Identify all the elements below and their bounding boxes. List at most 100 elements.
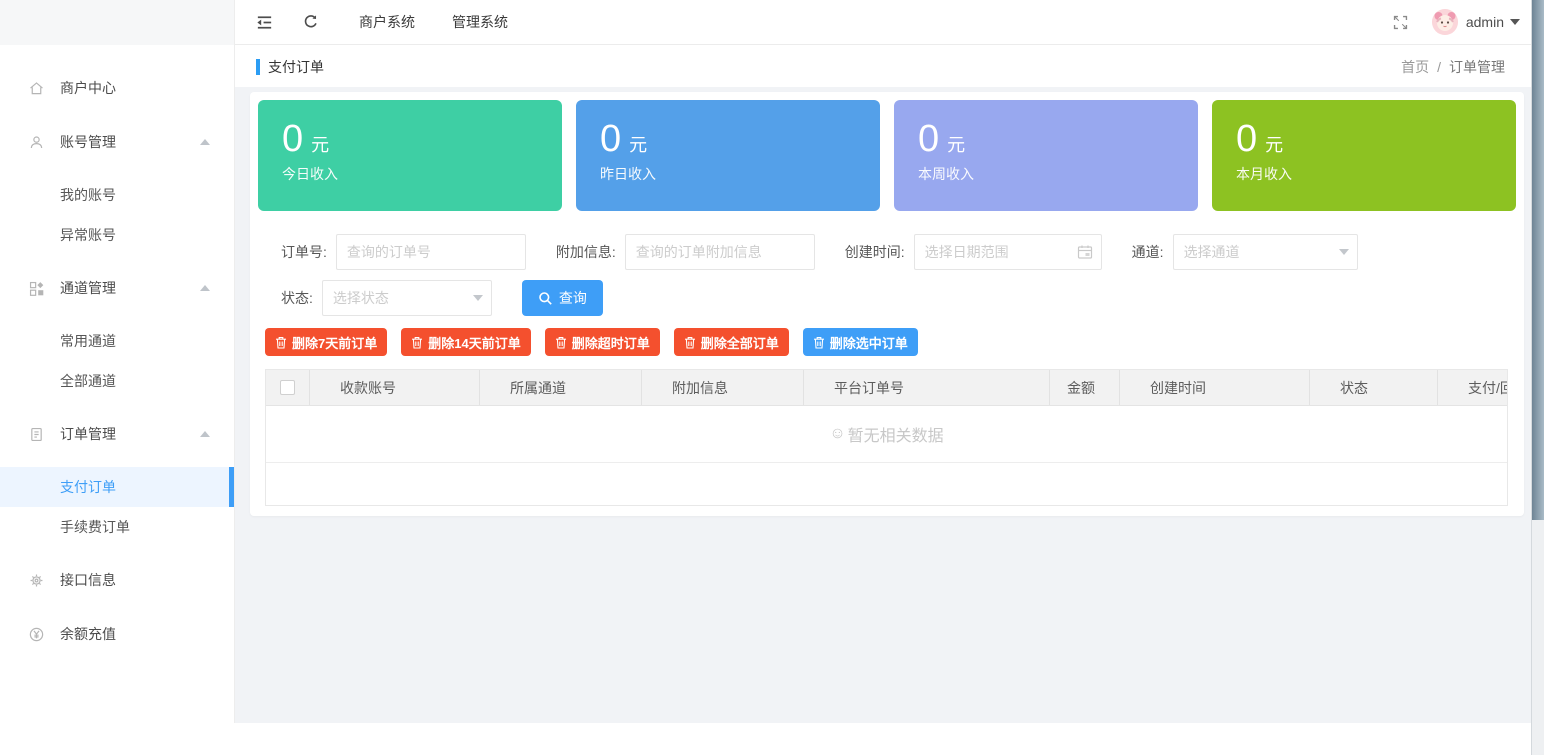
nav-admin-system[interactable]: 管理系统 bbox=[452, 12, 508, 32]
stat-value: 0 bbox=[918, 118, 939, 160]
sidebar-item-label: 余额充值 bbox=[60, 624, 116, 644]
delete-14day-orders-button[interactable]: 删除14天前订单 bbox=[401, 328, 530, 356]
chevron-up-icon bbox=[200, 285, 210, 291]
sidebar-item-channel-mgmt[interactable]: 通道管理 bbox=[0, 261, 234, 315]
stat-label: 昨日收入 bbox=[600, 164, 880, 184]
extra-info-input[interactable] bbox=[625, 234, 815, 270]
sidebar-item-label: 商户中心 bbox=[60, 78, 116, 98]
sidebar-item-label: 我的账号 bbox=[60, 185, 116, 205]
refresh-icon[interactable] bbox=[300, 11, 322, 33]
smiley-icon: ☺ bbox=[829, 425, 845, 443]
sidebar-item-my-account[interactable]: 我的账号 bbox=[0, 175, 234, 215]
channel-label: 通道: bbox=[1132, 242, 1164, 262]
sidebar-item-payment-orders[interactable]: 支付订单 bbox=[0, 467, 234, 507]
sidebar-item-label: 通道管理 bbox=[60, 278, 116, 298]
sidebar-item-label: 手续费订单 bbox=[60, 517, 130, 537]
sidebar-item-order-mgmt[interactable]: 订单管理 bbox=[0, 407, 234, 461]
trash-icon bbox=[813, 336, 825, 349]
sidebar-submenu-account: 我的账号 异常账号 bbox=[0, 175, 234, 255]
vertical-scrollbar[interactable] bbox=[1531, 0, 1544, 755]
collapse-menu-icon[interactable] bbox=[253, 11, 275, 33]
created-time-label: 创建时间: bbox=[845, 242, 905, 262]
sidebar-item-common-channels[interactable]: 常用通道 bbox=[0, 321, 234, 361]
select-all-checkbox[interactable] bbox=[280, 380, 295, 395]
search-button[interactable]: 查询 bbox=[522, 280, 603, 316]
sidebar-item-merchant-center[interactable]: 商户中心 bbox=[0, 61, 234, 115]
sidebar-item-account-mgmt[interactable]: 账号管理 bbox=[0, 115, 234, 169]
channel-select[interactable] bbox=[1173, 234, 1358, 270]
sidebar-nav: 商户中心 账号管理 我的账号 异常账号 通道管理 常 bbox=[0, 45, 234, 661]
home-icon bbox=[27, 79, 45, 97]
top-header: 商户系统 管理系统 admin bbox=[235, 0, 1544, 45]
button-label: 删除14天前订单 bbox=[428, 333, 520, 352]
breadcrumb: 首页 / 订单管理 bbox=[1401, 57, 1544, 77]
content-panel: 0元 今日收入 0元 昨日收入 0元 本周收入 0元 本月收入 bbox=[250, 92, 1524, 516]
bottom-strip bbox=[0, 723, 1544, 755]
sidebar-item-fee-orders[interactable]: 手续费订单 bbox=[0, 507, 234, 547]
nav-merchant-system[interactable]: 商户系统 bbox=[359, 12, 415, 32]
breadcrumb-separator: / bbox=[1437, 59, 1441, 75]
stat-value: 0 bbox=[1236, 118, 1257, 160]
search-button-label: 查询 bbox=[559, 288, 587, 308]
sidebar: 商户中心 账号管理 我的账号 异常账号 通道管理 常 bbox=[0, 0, 235, 723]
sidebar-logo-area bbox=[0, 0, 234, 45]
avatar[interactable] bbox=[1432, 9, 1458, 35]
delete-7day-orders-button[interactable]: 删除7天前订单 bbox=[265, 328, 387, 356]
status-select[interactable] bbox=[322, 280, 492, 316]
sidebar-item-label: 接口信息 bbox=[60, 570, 116, 590]
orders-icon bbox=[27, 425, 45, 443]
main-content: 0元 今日收入 0元 昨日收入 0元 本周收入 0元 本月收入 bbox=[235, 87, 1544, 723]
username[interactable]: admin bbox=[1466, 14, 1504, 30]
user-icon bbox=[27, 133, 45, 151]
sidebar-submenu-channel: 常用通道 全部通道 bbox=[0, 321, 234, 401]
header-right: admin bbox=[1390, 9, 1544, 35]
stat-label: 本月收入 bbox=[1236, 164, 1516, 184]
header-cell: 所属通道 bbox=[480, 370, 642, 405]
sidebar-item-label: 异常账号 bbox=[60, 225, 116, 245]
button-label: 删除超时订单 bbox=[572, 333, 650, 352]
search-icon bbox=[538, 291, 553, 306]
sidebar-item-all-channels[interactable]: 全部通道 bbox=[0, 361, 234, 401]
order-no-input[interactable] bbox=[336, 234, 526, 270]
delete-timeout-orders-button[interactable]: 删除超时订单 bbox=[545, 328, 660, 356]
empty-text: 暂无相关数据 bbox=[848, 422, 944, 446]
table-header: 收款账号 所属通道 附加信息 平台订单号 金额 创建时间 状态 支付/回... bbox=[266, 370, 1507, 406]
stat-card-month: 0元 本月收入 bbox=[1212, 100, 1516, 211]
extra-info-label: 附加信息: bbox=[556, 242, 616, 262]
delete-all-orders-button[interactable]: 删除全部订单 bbox=[674, 328, 789, 356]
chevron-up-icon bbox=[200, 431, 210, 437]
stat-value: 0 bbox=[282, 118, 303, 160]
sidebar-item-abnormal-account[interactable]: 异常账号 bbox=[0, 215, 234, 255]
gear-icon bbox=[27, 571, 45, 589]
trash-icon bbox=[684, 336, 696, 349]
sidebar-item-label: 账号管理 bbox=[60, 132, 116, 152]
button-label: 删除选中订单 bbox=[830, 333, 908, 352]
stat-card-week: 0元 本周收入 bbox=[894, 100, 1198, 211]
chevron-down-icon[interactable] bbox=[1510, 19, 1520, 25]
stat-card-yesterday: 0元 昨日收入 bbox=[576, 100, 880, 211]
sidebar-item-label: 全部通道 bbox=[60, 371, 116, 391]
sidebar-item-balance-recharge[interactable]: 余额充值 bbox=[0, 607, 234, 661]
stat-unit: 元 bbox=[311, 135, 329, 155]
header-cell: 支付/回... bbox=[1438, 370, 1507, 405]
fullscreen-icon[interactable] bbox=[1390, 11, 1412, 33]
title-marker bbox=[256, 59, 260, 75]
trash-icon bbox=[555, 336, 567, 349]
stat-unit: 元 bbox=[629, 135, 647, 155]
header-cell: 金额 bbox=[1050, 370, 1120, 405]
sidebar-submenu-order: 支付订单 手续费订单 bbox=[0, 467, 234, 547]
sidebar-item-label: 支付订单 bbox=[60, 477, 116, 497]
header-cell: 平台订单号 bbox=[804, 370, 1050, 405]
pagination-area bbox=[266, 463, 1507, 505]
date-range-input[interactable] bbox=[914, 234, 1102, 270]
sidebar-item-api-info[interactable]: 接口信息 bbox=[0, 553, 234, 607]
button-label: 删除7天前订单 bbox=[292, 333, 377, 352]
order-no-label: 订单号: bbox=[281, 242, 327, 262]
delete-selected-orders-button[interactable]: 删除选中订单 bbox=[803, 328, 918, 356]
sidebar-item-label: 常用通道 bbox=[60, 331, 116, 351]
breadcrumb-bar: 支付订单 首页 / 订单管理 bbox=[235, 46, 1544, 87]
breadcrumb-current: 订单管理 bbox=[1449, 57, 1505, 77]
scrollbar-thumb[interactable] bbox=[1532, 0, 1544, 520]
sidebar-item-label: 订单管理 bbox=[60, 424, 116, 444]
breadcrumb-home[interactable]: 首页 bbox=[1401, 57, 1429, 77]
